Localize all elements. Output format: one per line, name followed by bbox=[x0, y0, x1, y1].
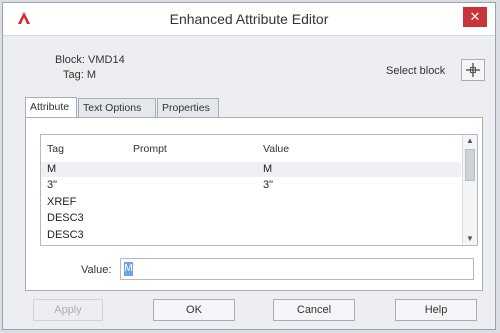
tag-cell: DESC3 bbox=[47, 212, 84, 224]
ok-button[interactable]: OK bbox=[153, 299, 235, 321]
attribute-list[interactable]: Tag Prompt Value M M 3" 3" XREF DESC3 DE… bbox=[40, 134, 478, 246]
tag-cell: M bbox=[47, 163, 57, 175]
title-bar[interactable]: Enhanced Attribute Editor ✕ bbox=[3, 3, 495, 36]
enhanced-attribute-editor-dialog: Enhanced Attribute Editor ✕ Block: VMD14… bbox=[2, 2, 496, 330]
tag-cell: XREF bbox=[47, 196, 77, 208]
tab-properties[interactable]: Properties bbox=[157, 98, 219, 117]
block-name-label: Block: VMD14 bbox=[55, 54, 125, 66]
value-label: Value: bbox=[81, 264, 112, 276]
tag-name-label: Tag: M bbox=[63, 69, 97, 81]
tab-text-options[interactable]: Text Options bbox=[78, 98, 156, 117]
column-header-value[interactable]: Value bbox=[263, 143, 289, 155]
table-row[interactable]: DESC3 bbox=[41, 228, 461, 243]
tag-cell: 3" bbox=[47, 179, 58, 191]
help-button[interactable]: Help bbox=[395, 299, 477, 321]
table-row[interactable]: DESC3 bbox=[41, 211, 461, 226]
block-info: Block: VMD14 Tag: M bbox=[55, 53, 125, 83]
close-icon: ✕ bbox=[469, 9, 481, 24]
value-cell: 3" bbox=[263, 179, 274, 191]
attribute-panel: Tag Prompt Value M M 3" 3" XREF DESC3 DE… bbox=[25, 117, 483, 291]
apply-button[interactable]: Apply bbox=[33, 299, 103, 321]
scroll-thumb[interactable] bbox=[465, 149, 475, 181]
select-block-label: Select block bbox=[386, 65, 446, 77]
select-block-button[interactable] bbox=[461, 59, 485, 81]
scroll-up-arrow-icon[interactable]: ▲ bbox=[463, 135, 477, 147]
scroll-down-arrow-icon[interactable]: ▼ bbox=[463, 233, 477, 245]
vertical-scrollbar[interactable]: ▲ ▼ bbox=[462, 135, 477, 245]
cancel-button[interactable]: Cancel bbox=[273, 299, 355, 321]
tag-cell: DESC3 bbox=[47, 229, 84, 241]
value-cell: M bbox=[263, 163, 273, 175]
table-row[interactable]: 3" 3" bbox=[41, 178, 461, 193]
value-input[interactable]: M bbox=[120, 258, 474, 280]
selected-value-text: M bbox=[124, 262, 133, 276]
tab-attribute[interactable]: Attribute bbox=[25, 97, 77, 118]
crosshair-icon bbox=[466, 63, 480, 77]
table-row[interactable]: M M bbox=[41, 162, 461, 177]
column-header-prompt[interactable]: Prompt bbox=[133, 143, 167, 155]
close-button[interactable]: ✕ bbox=[463, 7, 487, 27]
column-header-tag[interactable]: Tag bbox=[47, 143, 64, 155]
window-title: Enhanced Attribute Editor bbox=[169, 11, 329, 27]
table-row[interactable]: XREF bbox=[41, 195, 461, 210]
